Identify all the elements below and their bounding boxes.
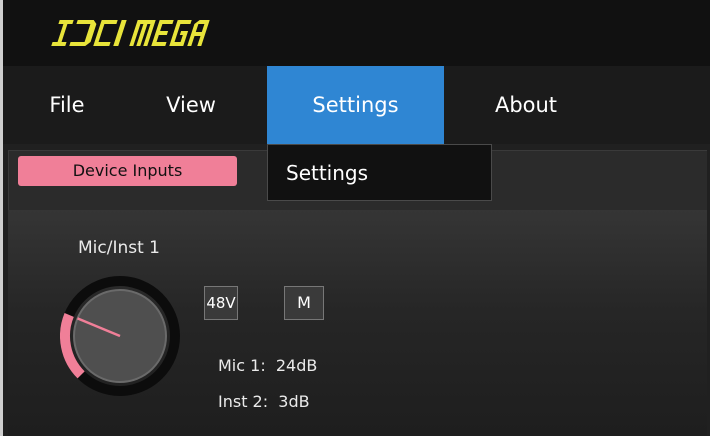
phantom-power-button[interactable]: 48V <box>204 286 238 320</box>
mic-gain-readout: Mic 1: 24dB <box>218 356 318 375</box>
menu-bar: File View Settings About <box>3 66 710 144</box>
menu-about[interactable]: About <box>483 66 569 144</box>
channel-name: Mic/Inst 1 <box>78 238 160 258</box>
menu-view[interactable]: View <box>151 66 231 144</box>
settings-dropdown: Settings <box>267 144 492 201</box>
dropdown-item-settings[interactable]: Settings <box>286 145 368 202</box>
mono-button[interactable]: M <box>284 286 324 320</box>
app-logo <box>51 20 210 46</box>
tab-device-inputs[interactable]: Device Inputs <box>18 156 237 186</box>
menu-settings[interactable]: Settings <box>267 66 444 144</box>
gain-knob[interactable] <box>60 276 180 396</box>
menu-file[interactable]: File <box>27 66 107 144</box>
inst-gain-readout: Inst 2: 3dB <box>218 392 310 411</box>
title-bar <box>3 0 710 66</box>
